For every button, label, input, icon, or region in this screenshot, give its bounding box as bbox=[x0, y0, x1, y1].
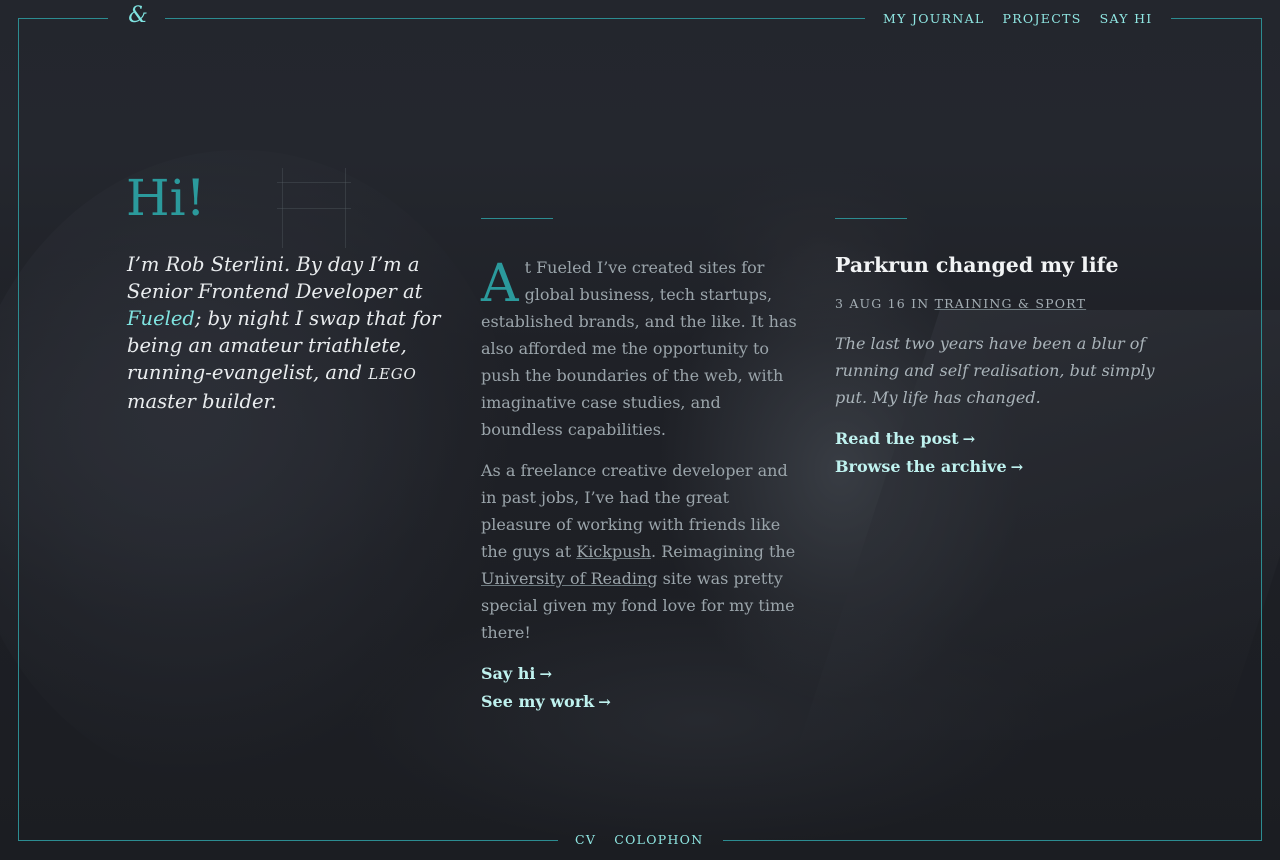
arrow-right-icon: → bbox=[598, 693, 611, 711]
browse-archive-link[interactable]: Browse the archive → bbox=[835, 453, 1165, 481]
university-of-reading-link[interactable]: University of Reading bbox=[481, 569, 658, 588]
post-date: 3 AUG 16 bbox=[835, 296, 906, 311]
category-link[interactable]: TRAINING & SPORT bbox=[935, 296, 1087, 311]
about-section: At Fueled I’ve created sites for global … bbox=[481, 254, 799, 716]
arrow-right-icon: → bbox=[962, 430, 976, 448]
post-meta: 3 AUG 16 IN TRAINING & SPORT bbox=[835, 294, 1165, 314]
section-rule bbox=[481, 218, 553, 219]
read-post-link[interactable]: Read the post → bbox=[835, 425, 1165, 453]
post-title[interactable]: Parkrun changed my life bbox=[835, 250, 1165, 280]
post-meta-in: IN bbox=[905, 296, 935, 311]
intro-text-part: I’m Rob Sterlini. By day I’m a Senior Fr… bbox=[127, 253, 423, 303]
footer-nav: CV COLOPHON bbox=[566, 830, 712, 850]
section-rule bbox=[835, 218, 907, 219]
nav-colophon[interactable]: COLOPHON bbox=[605, 830, 712, 850]
intro-text-part: master builder. bbox=[127, 390, 277, 413]
about-text: t Fueled I’ve created sites for global b… bbox=[481, 258, 797, 439]
fueled-link[interactable]: Fueled bbox=[127, 307, 195, 330]
arrow-right-icon: → bbox=[1010, 458, 1024, 476]
latest-post: Parkrun changed my life 3 AUG 16 IN TRAI… bbox=[835, 250, 1165, 481]
see-my-work-link[interactable]: See my work → bbox=[481, 688, 799, 716]
nav-cv[interactable]: CV bbox=[566, 830, 605, 850]
about-text: . Reimagining the bbox=[651, 542, 796, 561]
drop-cap: A bbox=[481, 254, 519, 314]
say-hi-label: Say hi bbox=[481, 664, 536, 683]
post-excerpt: The last two years have been a blur of r… bbox=[835, 334, 1155, 407]
say-hi-link[interactable]: Say hi → bbox=[481, 660, 799, 688]
about-paragraph-1: At Fueled I’ve created sites for global … bbox=[481, 254, 799, 443]
see-my-work-label: See my work bbox=[481, 692, 595, 711]
lego-smallcaps: LEGO bbox=[368, 365, 417, 383]
arrow-right-icon: → bbox=[539, 665, 553, 683]
page-content: Hi! I’m Rob Sterlini. By day I’m a Senio… bbox=[0, 0, 1280, 860]
about-paragraph-2: As a freelance creative developer and in… bbox=[481, 457, 799, 646]
greeting-heading: Hi! bbox=[126, 169, 206, 227]
intro-text: I’m Rob Sterlini. By day I’m a Senior Fr… bbox=[127, 251, 447, 415]
browse-archive-label: Browse the archive bbox=[835, 457, 1007, 476]
kickpush-link[interactable]: Kickpush bbox=[576, 542, 651, 561]
read-post-label: Read the post bbox=[835, 429, 959, 448]
